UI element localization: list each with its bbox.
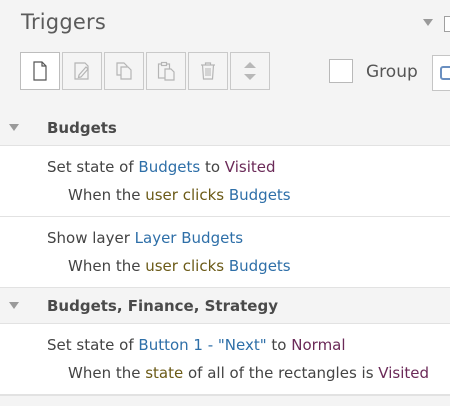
trigger-token-obj[interactable]: Budgets xyxy=(229,186,291,204)
trigger-condition: When the user clicks Budgets xyxy=(68,257,291,275)
triggers-panel: Triggers Group Budgets Set state of Budg… xyxy=(0,0,450,406)
panel-title: Triggers xyxy=(21,10,106,34)
trigger-token-state[interactable]: Normal xyxy=(291,336,345,354)
panel-side-icon[interactable] xyxy=(444,16,450,32)
trigger-action: Set state of Budgets to Visited xyxy=(47,158,276,176)
trigger-row[interactable]: Show layer Layer Budgets When the user cl… xyxy=(0,217,450,288)
delete-trigger-button[interactable] xyxy=(188,52,228,90)
group-checkbox-label: Group xyxy=(366,62,418,82)
trigger-action: Set state of Button 1 - "Next" to Normal xyxy=(47,336,346,354)
edit-icon xyxy=(74,62,89,80)
variable-button[interactable] xyxy=(432,55,450,91)
trigger-group-name: Budgets xyxy=(47,119,117,137)
group-checkbox[interactable] xyxy=(329,59,353,83)
trigger-token-plain: Set state of xyxy=(47,158,139,176)
trigger-token-plain: When the xyxy=(68,257,146,275)
trigger-condition: When the state of all of the rectangles … xyxy=(68,364,429,382)
variable-icon xyxy=(440,66,450,80)
trigger-action: Show layer Layer Budgets xyxy=(47,229,243,247)
new-document-icon xyxy=(33,61,47,81)
list-footer xyxy=(0,395,450,406)
move-down-arrow-icon[interactable] xyxy=(244,74,256,80)
trash-icon xyxy=(201,62,215,80)
trigger-token-state[interactable]: Visited xyxy=(378,364,429,382)
trigger-token-obj[interactable]: Layer Budgets xyxy=(135,229,243,247)
copy-icon xyxy=(116,62,132,80)
group-expand-caret-icon[interactable] xyxy=(9,302,19,309)
trigger-token-obj[interactable]: Button 1 - "Next" xyxy=(138,336,266,354)
reorder-trigger-stepper[interactable] xyxy=(230,52,270,90)
trigger-token-plain: of all of the rectangles is xyxy=(183,364,379,382)
triggers-toolbar xyxy=(20,52,270,92)
move-up-arrow-icon[interactable] xyxy=(244,62,256,68)
trigger-token-plain: to xyxy=(200,158,225,176)
trigger-token-user[interactable]: clicks xyxy=(183,186,224,204)
trigger-group-header[interactable]: Budgets xyxy=(0,110,450,146)
trigger-token-user[interactable]: user xyxy=(145,257,178,275)
trigger-token-plain: Show layer xyxy=(47,229,135,247)
new-trigger-button[interactable] xyxy=(20,52,60,90)
copy-trigger-button[interactable] xyxy=(104,52,144,90)
trigger-token-plain: When the xyxy=(68,364,146,382)
trigger-row[interactable]: Set state of Button 1 - "Next" to Normal… xyxy=(0,324,450,395)
panel-header: Triggers Group xyxy=(0,0,450,111)
trigger-token-state[interactable]: Visited xyxy=(225,158,276,176)
panel-collapse-icon[interactable] xyxy=(423,19,433,26)
trigger-token-obj[interactable]: Budgets xyxy=(138,158,200,176)
trigger-condition: When the user clicks Budgets xyxy=(68,186,291,204)
trigger-group-name: Budgets, Finance, Strategy xyxy=(47,297,278,315)
edit-trigger-button[interactable] xyxy=(62,52,102,90)
group-expand-caret-icon[interactable] xyxy=(9,124,19,131)
trigger-token-plain: to xyxy=(266,336,292,354)
paste-trigger-button[interactable] xyxy=(146,52,186,90)
trigger-token-plain: Set state of xyxy=(47,336,139,354)
trigger-list: Budgets Set state of Budgets to Visited Wh… xyxy=(0,110,450,406)
trigger-token-user[interactable]: user xyxy=(145,186,178,204)
paste-icon xyxy=(157,61,175,81)
trigger-token-user[interactable]: state xyxy=(145,364,183,382)
trigger-token-plain: When the xyxy=(68,186,146,204)
trigger-token-user[interactable]: clicks xyxy=(183,257,224,275)
trigger-token-obj[interactable]: Budgets xyxy=(229,257,291,275)
trigger-group-header[interactable]: Budgets, Finance, Strategy xyxy=(0,288,450,324)
trigger-row[interactable]: Set state of Budgets to Visited When the … xyxy=(0,146,450,217)
